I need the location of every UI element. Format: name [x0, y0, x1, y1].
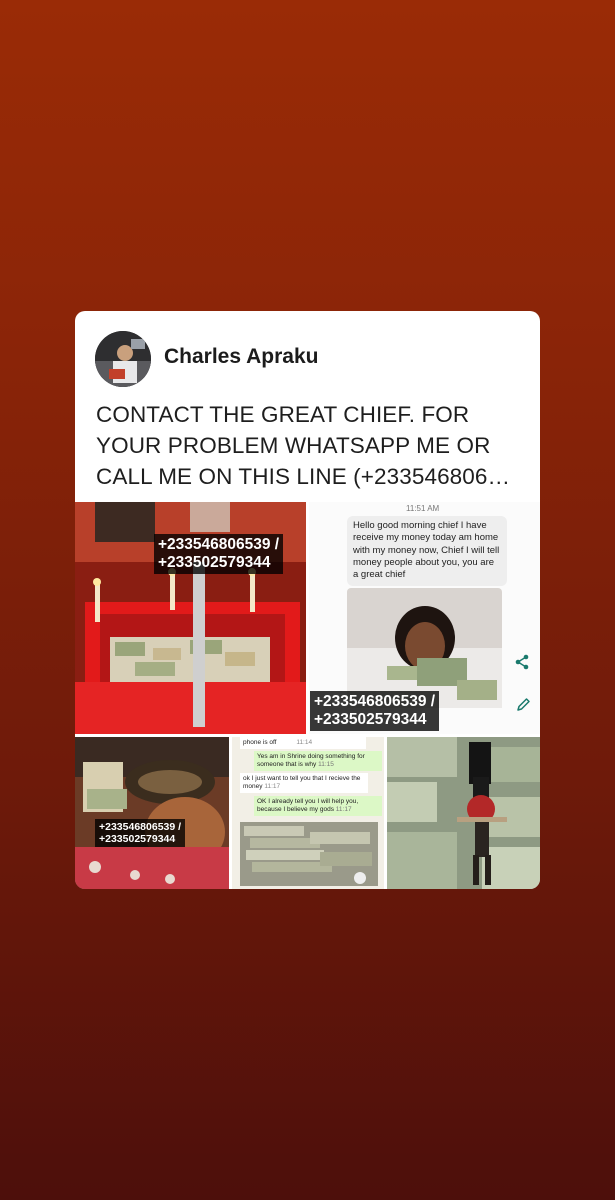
chat-message: Hello good morning chief I have receive …	[347, 516, 507, 586]
share-icon[interactable]	[514, 654, 530, 670]
chat-time: 11:51 AM	[406, 504, 440, 513]
snake-photo[interactable]: +233546806539 / +233502579344	[75, 737, 229, 889]
pencil-icon[interactable]	[516, 697, 531, 712]
chat2-line1: phone is off 11:14	[240, 737, 366, 750]
chat2-line4: OK I already tell you I will help you, b…	[254, 796, 382, 817]
phone-overlay: +233546806539 / +233502579344	[95, 819, 186, 848]
chat-phone-overlay: +233546806539 / +233502579344	[310, 691, 440, 731]
money-stack-photo	[240, 822, 378, 886]
money-doll-photo[interactable]	[387, 737, 540, 889]
phone-number-1: +233546806539 /	[158, 536, 280, 553]
phone-number-2: +233502579344	[158, 553, 271, 571]
phone-number-1: +233546806539 /	[314, 693, 436, 710]
phone-number-1: +233546806539 /	[99, 821, 182, 833]
author-name[interactable]: Charles Apraku	[164, 345, 318, 369]
phone-overlay: +233546806539 / +233502579344	[154, 534, 284, 574]
shrine-photo[interactable]: +233546806539 / +233502579344	[75, 502, 306, 734]
chat2-line3: ok I just want to tell you that I reciev…	[240, 773, 368, 794]
post-card[interactable]: Charles Apraku CONTACT THE GREAT CHIEF. …	[75, 311, 540, 889]
avatar[interactable]	[95, 331, 151, 387]
chat-screenshot-2[interactable]: phone is off 11:14 Yes am in Shrine doin…	[232, 737, 384, 889]
woman-photo	[347, 588, 502, 708]
phone-number-2: +233502579344	[314, 710, 427, 728]
chat2-line2: Yes am in Shrine doing something for som…	[254, 751, 382, 772]
phone-number-2: +233502579344	[99, 833, 176, 846]
post-text: CONTACT THE GREAT CHIEF. FOR YOUR PROBLE…	[96, 402, 511, 489]
